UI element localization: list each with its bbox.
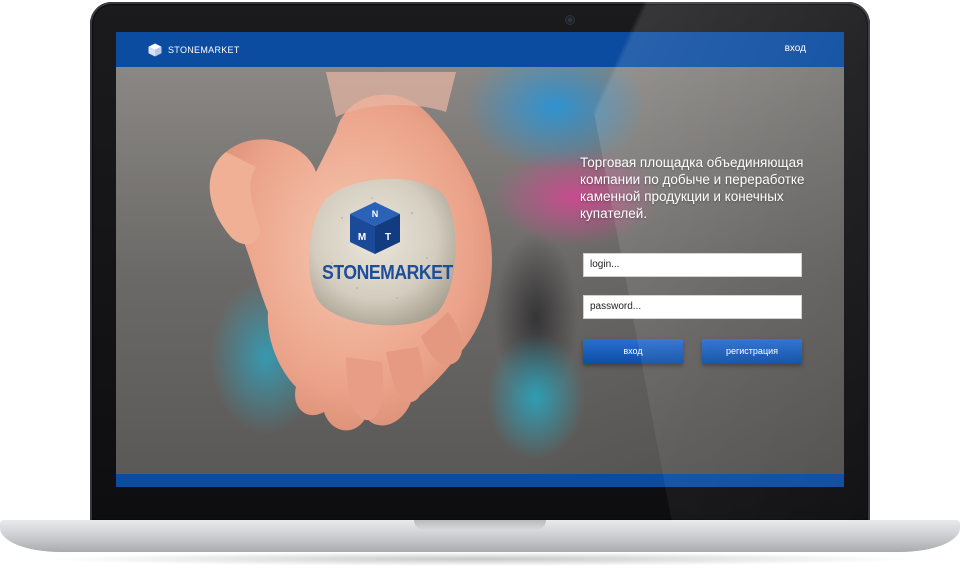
top-navbar: STONEMARKET вход: [116, 32, 844, 67]
screen: N M T STONEMARKET STONEMARKET вход Торго…: [116, 32, 844, 487]
cube-logo-icon: [148, 43, 162, 56]
camera-icon: [566, 16, 574, 24]
laptop-shadow: [40, 552, 920, 566]
login-link[interactable]: вход: [785, 43, 806, 54]
brand[interactable]: STONEMARKET: [148, 43, 240, 57]
password-input[interactable]: password...: [583, 295, 802, 319]
brand-name: STONEMARKET: [168, 44, 240, 55]
cube-logo-icon: N M T: [350, 202, 400, 254]
stone-logo-letter-t: T: [385, 232, 391, 243]
stone-logo-letter-n: N: [372, 209, 379, 219]
tagline: Торговая площадка объединяющая компании …: [580, 155, 805, 221]
login-button[interactable]: вход: [583, 339, 683, 364]
laptop-notch: [414, 520, 546, 530]
login-input[interactable]: login...: [583, 253, 802, 277]
stone-brand-text: STONEMARKET: [322, 262, 453, 284]
footer-bar: [116, 474, 844, 487]
stone-logo-letter-m: M: [358, 232, 366, 243]
register-button[interactable]: регистрация: [702, 339, 802, 364]
